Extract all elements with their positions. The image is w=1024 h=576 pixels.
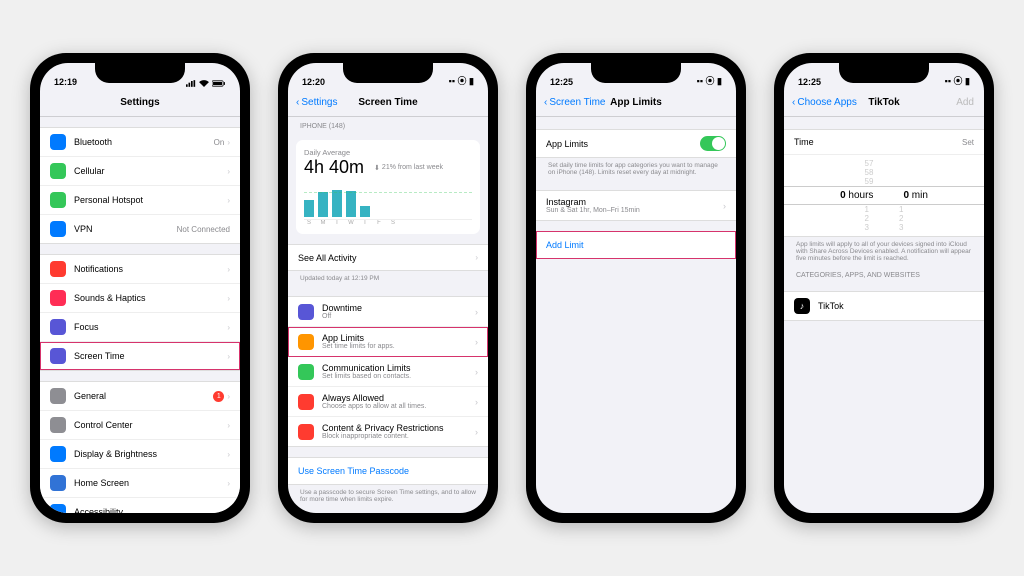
- back-button[interactable]: ‹ Choose Apps: [792, 97, 857, 108]
- chart-bar: [360, 206, 370, 217]
- section-label: IPHONE (148): [288, 117, 488, 132]
- settings-list[interactable]: Bluetooth On › Cellular › Personal Hotsp…: [40, 117, 240, 513]
- chart-bar: [304, 200, 314, 217]
- app-row-tiktok[interactable]: ♪ TikTok: [784, 292, 984, 320]
- settings-row-cellular[interactable]: Cellular ›: [40, 157, 240, 186]
- navbar: ‹ Choose Apps TikTok Add: [784, 89, 984, 117]
- settings-row-notifications[interactable]: Notifications ›: [40, 255, 240, 284]
- feature-icon: [298, 424, 314, 440]
- tiktok-icon: ♪: [794, 298, 810, 314]
- aa-icon: [50, 446, 66, 462]
- feature-icon: [298, 304, 314, 320]
- usage-chart: [304, 184, 472, 220]
- categories-label: CATEGORIES, APPS, AND WEBSITES: [784, 266, 984, 281]
- usage-card: Daily Average 4h 40m ⬇ 21% from last wee…: [296, 140, 480, 234]
- settings-row-display-brightness[interactable]: Display & Brightness ›: [40, 440, 240, 469]
- add-button[interactable]: Add: [956, 97, 974, 108]
- status-icons: ▪▪ ⦿ ▮: [945, 74, 970, 87]
- use-passcode-link[interactable]: Use Screen Time Passcode: [288, 458, 488, 484]
- settings-row-personal-hotspot[interactable]: Personal Hotspot ›: [40, 186, 240, 215]
- settings-row-screen-time[interactable]: Screen Time ›: [40, 342, 240, 370]
- link-icon: [50, 192, 66, 208]
- feature-row-app-limits[interactable]: App LimitsSet time limits for apps. ›: [288, 327, 488, 357]
- status-icons: ▪▪ ⦿ ▮: [697, 74, 722, 87]
- settings-row-accessibility[interactable]: Accessibility ›: [40, 498, 240, 513]
- back-button[interactable]: ‹ Screen Time: [544, 97, 605, 108]
- passcode-note: Use a passcode to secure Screen Time set…: [288, 485, 488, 507]
- feature-row-content-privacy-restrictions[interactable]: Content & Privacy RestrictionsBlock inap…: [288, 417, 488, 446]
- grid-icon: [50, 475, 66, 491]
- status-bar: 12:25 ▪▪ ⦿ ▮: [784, 63, 984, 89]
- app-limits-toggle-row[interactable]: App Limits: [536, 130, 736, 157]
- toggle-note: Set daily time limits for app categories…: [536, 158, 736, 180]
- hour-icon: [50, 348, 66, 364]
- stat-label: Daily Average: [304, 148, 472, 157]
- status-time: 12:25: [798, 77, 821, 87]
- add-limit-button[interactable]: Add Limit: [536, 232, 736, 258]
- settings-row-home-screen[interactable]: Home Screen ›: [40, 469, 240, 498]
- feature-icon: [298, 364, 314, 380]
- status-time: 12:25: [550, 77, 573, 87]
- navbar: ‹ Screen Time App Limits: [536, 89, 736, 117]
- page-title: TikTok: [868, 97, 899, 108]
- bt-icon: [50, 134, 66, 150]
- cc-icon: [50, 417, 66, 433]
- status-time: 12:19: [54, 77, 77, 87]
- feature-icon: [298, 334, 314, 350]
- moon-icon: [50, 319, 66, 335]
- settings-row-control-center[interactable]: Control Center ›: [40, 411, 240, 440]
- status-time: 12:20: [302, 77, 325, 87]
- settings-row-general[interactable]: General 1 ›: [40, 382, 240, 411]
- limit-row-instagram[interactable]: Instagram Sun & Sat 1hr, Mon–Fri 15min ›: [536, 191, 736, 220]
- daily-average-value: 4h 40m: [304, 157, 364, 178]
- see-all-activity[interactable]: See All Activity›: [288, 245, 488, 270]
- navbar: ‹ Settings Screen Time: [288, 89, 488, 117]
- status-icons: ▪▪ ⦿ ▮: [449, 74, 474, 87]
- status-bar: 12:20 ▪▪ ⦿ ▮: [288, 63, 488, 89]
- phone-screentime: 12:20 ▪▪ ⦿ ▮ ‹ Settings Screen Time IPHO…: [278, 53, 498, 523]
- phone-settings: 12:19 Settings Bluetooth On › Cellular ›…: [30, 53, 250, 523]
- phone-applimits: 12:25 ▪▪ ⦿ ▮ ‹ Screen Time App Limits Ap…: [526, 53, 746, 523]
- page-title: App Limits: [610, 97, 662, 108]
- app-limits-toggle[interactable]: [700, 136, 726, 151]
- vpn-icon: [50, 221, 66, 237]
- settings-row-focus[interactable]: Focus ›: [40, 313, 240, 342]
- time-row[interactable]: Time Set: [784, 130, 984, 155]
- chart-bar: [332, 190, 342, 217]
- chart-xlabels: SMTWTFS: [304, 220, 472, 226]
- limit-note: App limits will apply to all of your dev…: [784, 237, 984, 266]
- settings-row-sounds-haptics[interactable]: Sounds & Haptics ›: [40, 284, 240, 313]
- back-button[interactable]: ‹ Settings: [296, 97, 337, 108]
- page-title: Screen Time: [358, 97, 417, 108]
- trend-text: ⬇ 21% from last week: [374, 164, 443, 172]
- settings-row-vpn[interactable]: VPN Not Connected: [40, 215, 240, 243]
- page-title: Settings: [120, 97, 159, 108]
- bell-icon: [50, 261, 66, 277]
- updated-text: Updated today at 12:19 PM: [288, 271, 488, 286]
- feature-icon: [298, 394, 314, 410]
- chart-bar: [318, 192, 328, 217]
- chart-bar: [346, 191, 356, 217]
- navbar: Settings: [40, 89, 240, 117]
- toggle-label: App Limits: [546, 139, 588, 149]
- sig-icon: [50, 163, 66, 179]
- feature-row-downtime[interactable]: DowntimeOff ›: [288, 297, 488, 327]
- gear-icon: [50, 388, 66, 404]
- status-bar: 12:19: [40, 63, 240, 89]
- snd-icon: [50, 290, 66, 306]
- feature-row-communication-limits[interactable]: Communication LimitsSet limits based on …: [288, 357, 488, 387]
- time-picker[interactable]: 57 58 59 0 hours 0 min 11 22 33: [784, 155, 984, 236]
- status-icons: [186, 80, 226, 87]
- feature-row-always-allowed[interactable]: Always AllowedChoose apps to allow at al…: [288, 387, 488, 417]
- status-bar: 12:25 ▪▪ ⦿ ▮: [536, 63, 736, 89]
- settings-row-bluetooth[interactable]: Bluetooth On ›: [40, 128, 240, 157]
- acc-icon: [50, 504, 66, 513]
- phone-tiktok-limit: 12:25 ▪▪ ⦿ ▮ ‹ Choose Apps TikTok Add Ti…: [774, 53, 994, 523]
